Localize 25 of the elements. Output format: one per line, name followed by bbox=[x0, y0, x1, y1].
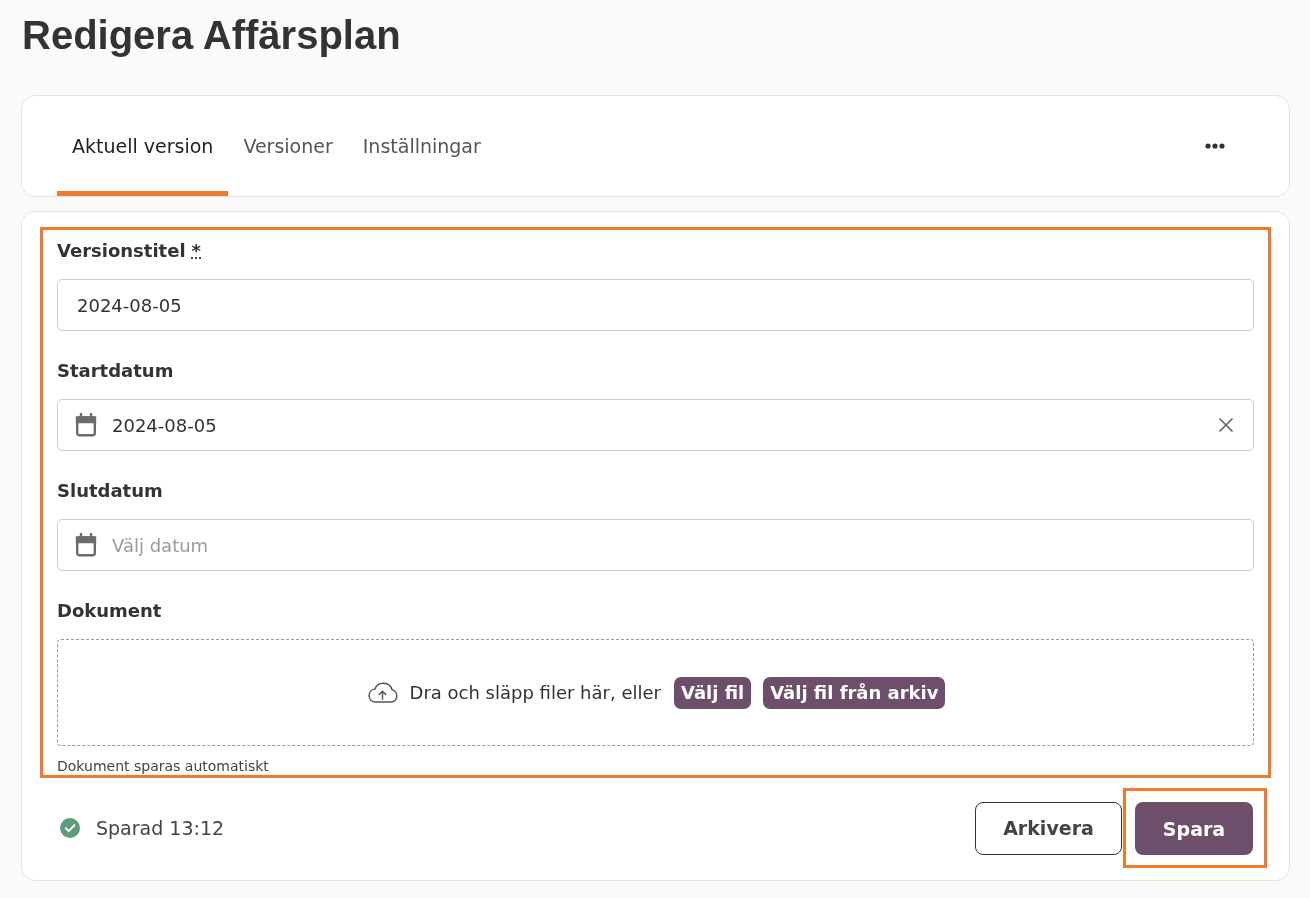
archive-button[interactable]: Arkivera bbox=[975, 801, 1122, 855]
field-label: Startdatum bbox=[57, 359, 174, 383]
choose-file-button[interactable]: Välj fil bbox=[673, 676, 752, 709]
text-input[interactable]: 2024-08-05 bbox=[57, 279, 1254, 331]
date-input[interactable]: 2024-08-05 bbox=[57, 399, 1254, 451]
file-drop-zone[interactable]: Dra och släpp filer här, eller Välj fil Välj fil från arkiv bbox=[57, 639, 1254, 746]
calendar-icon bbox=[75, 413, 97, 437]
choose-file-button[interactable]: Välj fil från arkiv bbox=[763, 676, 946, 709]
date-input[interactable]: Välj datum bbox=[57, 519, 1254, 571]
clear-icon[interactable] bbox=[1219, 418, 1233, 432]
save-button[interactable]: Spara bbox=[1135, 802, 1253, 855]
page-title: Redigera Affärsplan bbox=[22, 12, 401, 59]
cloud-upload-icon bbox=[365, 681, 399, 704]
field-label: Versionstitel bbox=[57, 239, 186, 263]
more-icon bbox=[1205, 143, 1225, 149]
required-mark: * bbox=[191, 239, 201, 263]
tab[interactable]: Versioner bbox=[228, 96, 348, 196]
field-label: Slutdatum bbox=[57, 479, 163, 503]
drop-text: Dra och släpp filer här, eller bbox=[409, 682, 661, 703]
tab[interactable]: Inställningar bbox=[347, 96, 496, 196]
tab[interactable]: Aktuell version bbox=[57, 96, 229, 196]
field-label: Dokument bbox=[57, 599, 162, 623]
calendar-icon bbox=[75, 533, 97, 557]
help-text: Dokument sparas automatiskt bbox=[57, 757, 270, 775]
save-status: Sparad 13:12 bbox=[96, 817, 225, 839]
